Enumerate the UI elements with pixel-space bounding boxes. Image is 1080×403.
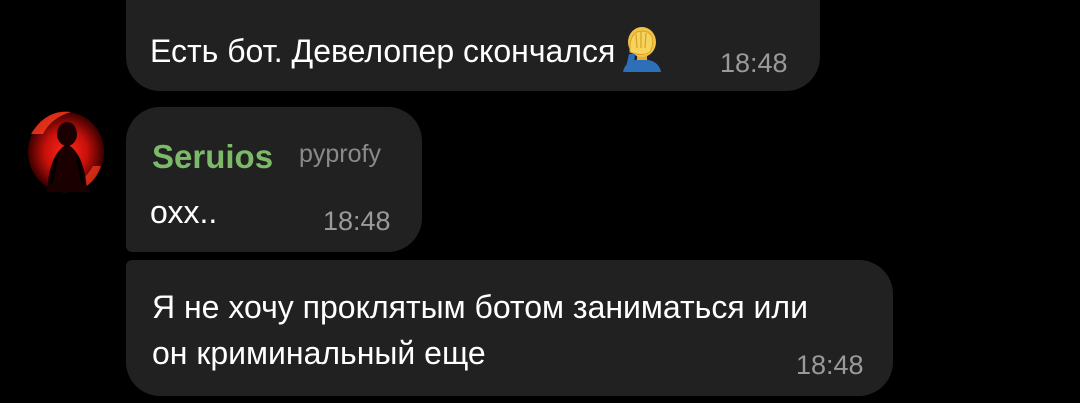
message-text-line-2: он криминальный еще (152, 335, 486, 371)
message-bubble[interactable]: Seruios pyprofy охх.. 18:48 (126, 107, 422, 252)
message-time: 18:48 (720, 48, 788, 78)
sender-name[interactable]: Seruios (152, 138, 273, 176)
message-text-line-1: Я не хочу проклятым ботом заниматься или (152, 289, 808, 325)
message-time: 18:48 (323, 206, 391, 236)
message-text: охх.. (150, 194, 218, 230)
message-text: Есть бот. Девелопер скончался (150, 22, 667, 76)
message-bubble[interactable]: Есть бот. Девелопер скончался 18:48 (126, 0, 820, 91)
avatar[interactable] (21, 104, 111, 200)
face-palm-emoji-icon (617, 22, 667, 72)
message-bubble[interactable]: Я не хочу проклятым ботом заниматься или… (126, 260, 893, 396)
sender-title: pyprofy (299, 140, 381, 168)
message-time: 18:48 (796, 350, 864, 380)
